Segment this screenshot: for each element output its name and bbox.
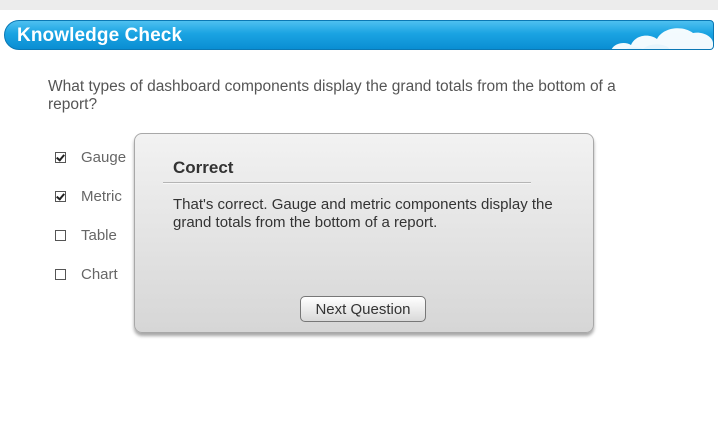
question-text: What types of dashboard components displ… bbox=[48, 78, 616, 113]
option-label: Gauge bbox=[81, 148, 127, 166]
page-title: Knowledge Check bbox=[17, 25, 183, 46]
feedback-message: That's correct. Gauge and metric compone… bbox=[173, 196, 553, 231]
feedback-divider bbox=[163, 182, 531, 184]
header-bar: Knowledge Check bbox=[4, 20, 714, 50]
option-table[interactable]: Table bbox=[55, 225, 117, 245]
next-question-button[interactable]: Next Question bbox=[300, 296, 426, 322]
option-label: Chart bbox=[81, 265, 118, 283]
option-label: Table bbox=[81, 226, 117, 244]
chart-checkbox[interactable] bbox=[55, 268, 66, 280]
metric-checkbox[interactable] bbox=[55, 190, 66, 202]
feedback-dialog: Correct That's correct. Gauge and metric… bbox=[134, 133, 594, 333]
table-checkbox[interactable] bbox=[55, 229, 66, 241]
feedback-title: Correct bbox=[173, 158, 234, 177]
knowledge-check-page: Knowledge Check What types of dashboard … bbox=[0, 10, 718, 447]
option-chart[interactable]: Chart bbox=[55, 264, 118, 284]
cloud-icon bbox=[611, 28, 713, 49]
gauge-checkbox[interactable] bbox=[55, 151, 66, 163]
option-gauge[interactable]: Gauge bbox=[55, 147, 126, 167]
option-label: Metric bbox=[81, 187, 122, 205]
option-metric[interactable]: Metric bbox=[55, 186, 122, 206]
